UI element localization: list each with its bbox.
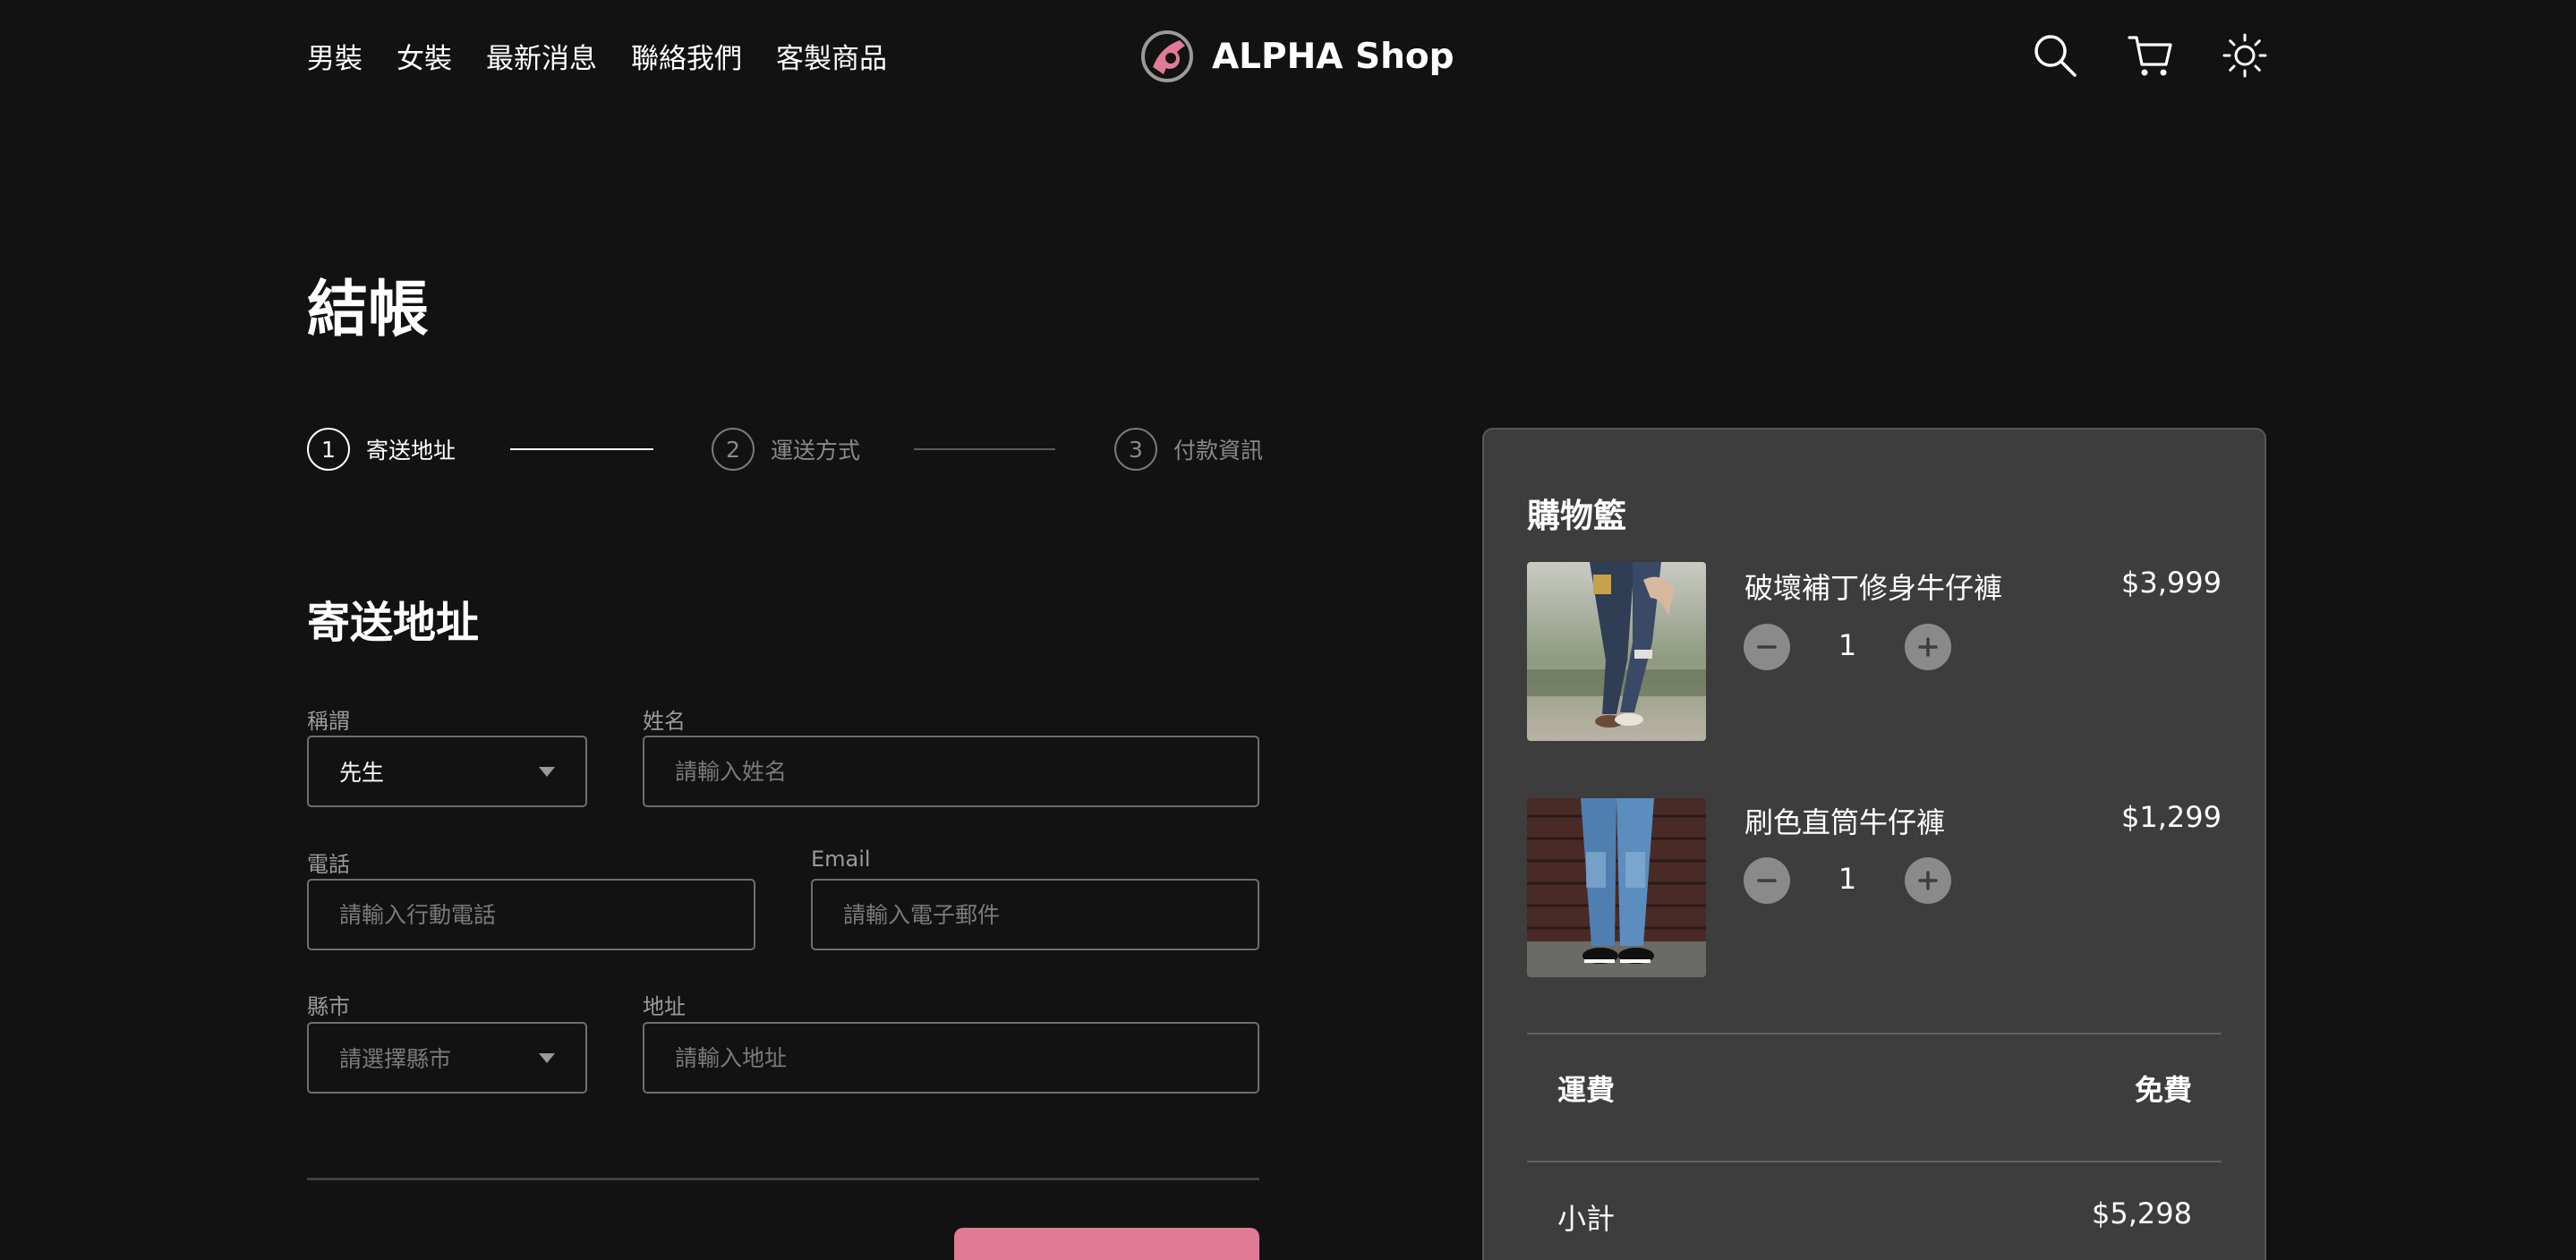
name-field-wrapper	[643, 736, 1259, 807]
shipping-label: 運費	[1557, 1073, 1616, 1107]
search-icon[interactable]	[2032, 32, 2078, 79]
email-label: Email	[811, 847, 871, 872]
address-input[interactable]	[675, 1044, 1227, 1071]
brand-logo[interactable]: ALPHA Shop	[1140, 27, 1454, 86]
subtotal-value: $5,298	[2092, 1196, 2192, 1230]
quantity-value: 1	[1838, 628, 1857, 662]
decrease-quantity-button[interactable]	[1744, 857, 1790, 904]
step-number: 2	[712, 428, 755, 471]
name-label: 姓名	[643, 709, 686, 734]
step-connector	[510, 448, 653, 450]
step-address: 1 寄送地址	[307, 428, 456, 471]
salutation-value: 先生	[339, 760, 385, 786]
page-title: 結帳	[307, 275, 430, 345]
chevron-down-icon	[539, 1052, 555, 1063]
form-divider	[307, 1178, 1259, 1180]
nav-item-contact[interactable]: 聯絡我們	[631, 36, 742, 76]
increase-quantity-button[interactable]	[1905, 857, 1951, 904]
subtotal-label: 小計	[1557, 1202, 1616, 1236]
step-shipping: 2 運送方式	[712, 428, 860, 471]
product-price: $1,299	[2121, 800, 2222, 834]
checkout-page: 男裝 女裝 最新消息 聯絡我們 客製商品 ALPHA Shop 結帳 1 寄送地…	[0, 0, 2576, 1260]
brand-name: ALPHA Shop	[1212, 36, 1454, 77]
address-field-wrapper	[643, 1022, 1259, 1094]
minus-icon	[1757, 879, 1777, 882]
plus-icon	[1918, 637, 1938, 657]
city-label: 縣市	[307, 994, 350, 1019]
address-label: 地址	[643, 994, 686, 1019]
section-title: 寄送地址	[307, 598, 480, 648]
product-name: 破壞補丁修身牛仔褲	[1744, 571, 2003, 605]
plus-icon	[1918, 871, 1938, 890]
city-placeholder: 請選擇縣市	[339, 1046, 452, 1072]
minus-icon	[1757, 645, 1777, 649]
product-price: $3,999	[2121, 566, 2222, 600]
step-number: 1	[307, 428, 350, 471]
step-number: 3	[1114, 428, 1157, 471]
city-select[interactable]: 請選擇縣市	[307, 1022, 587, 1094]
nav-item-women[interactable]: 女裝	[397, 36, 452, 76]
cart-title: 購物籃	[1527, 497, 1626, 535]
step-connector	[914, 448, 1055, 450]
product-name: 刷色直筒牛仔褲	[1744, 805, 1946, 839]
nav-item-news[interactable]: 最新消息	[486, 36, 597, 76]
step-label: 付款資訊	[1173, 438, 1264, 464]
next-step-button[interactable]	[954, 1228, 1259, 1260]
email-field-wrapper	[811, 879, 1259, 950]
phone-input[interactable]	[339, 901, 723, 928]
cart-divider	[1527, 1033, 2222, 1034]
sun-icon[interactable]	[2222, 32, 2268, 79]
logo-mark-icon	[1141, 30, 1193, 82]
salutation-label: 稱謂	[307, 709, 350, 734]
quantity-value: 1	[1838, 862, 1857, 896]
cart-icon[interactable]	[2127, 32, 2173, 79]
main-nav: 男裝 女裝 最新消息 聯絡我們 客製商品	[307, 34, 887, 77]
name-input[interactable]	[675, 758, 1227, 785]
step-label: 運送方式	[771, 438, 861, 464]
chevron-down-icon	[539, 766, 555, 777]
salutation-select[interactable]: 先生	[307, 736, 587, 807]
step-payment: 3 付款資訊	[1114, 428, 1263, 471]
cart-divider	[1527, 1161, 2222, 1162]
phone-label: 電話	[307, 852, 350, 877]
email-input[interactable]	[843, 901, 1227, 928]
phone-field-wrapper	[307, 879, 755, 950]
product-image	[1527, 562, 1706, 741]
product-image	[1527, 798, 1706, 977]
nav-item-men[interactable]: 男裝	[307, 36, 363, 76]
decrease-quantity-button[interactable]	[1744, 624, 1790, 670]
increase-quantity-button[interactable]	[1905, 624, 1951, 670]
step-label: 寄送地址	[366, 438, 456, 464]
nav-item-custom[interactable]: 客製商品	[776, 36, 887, 76]
shipping-value: 免費	[2134, 1073, 2192, 1107]
